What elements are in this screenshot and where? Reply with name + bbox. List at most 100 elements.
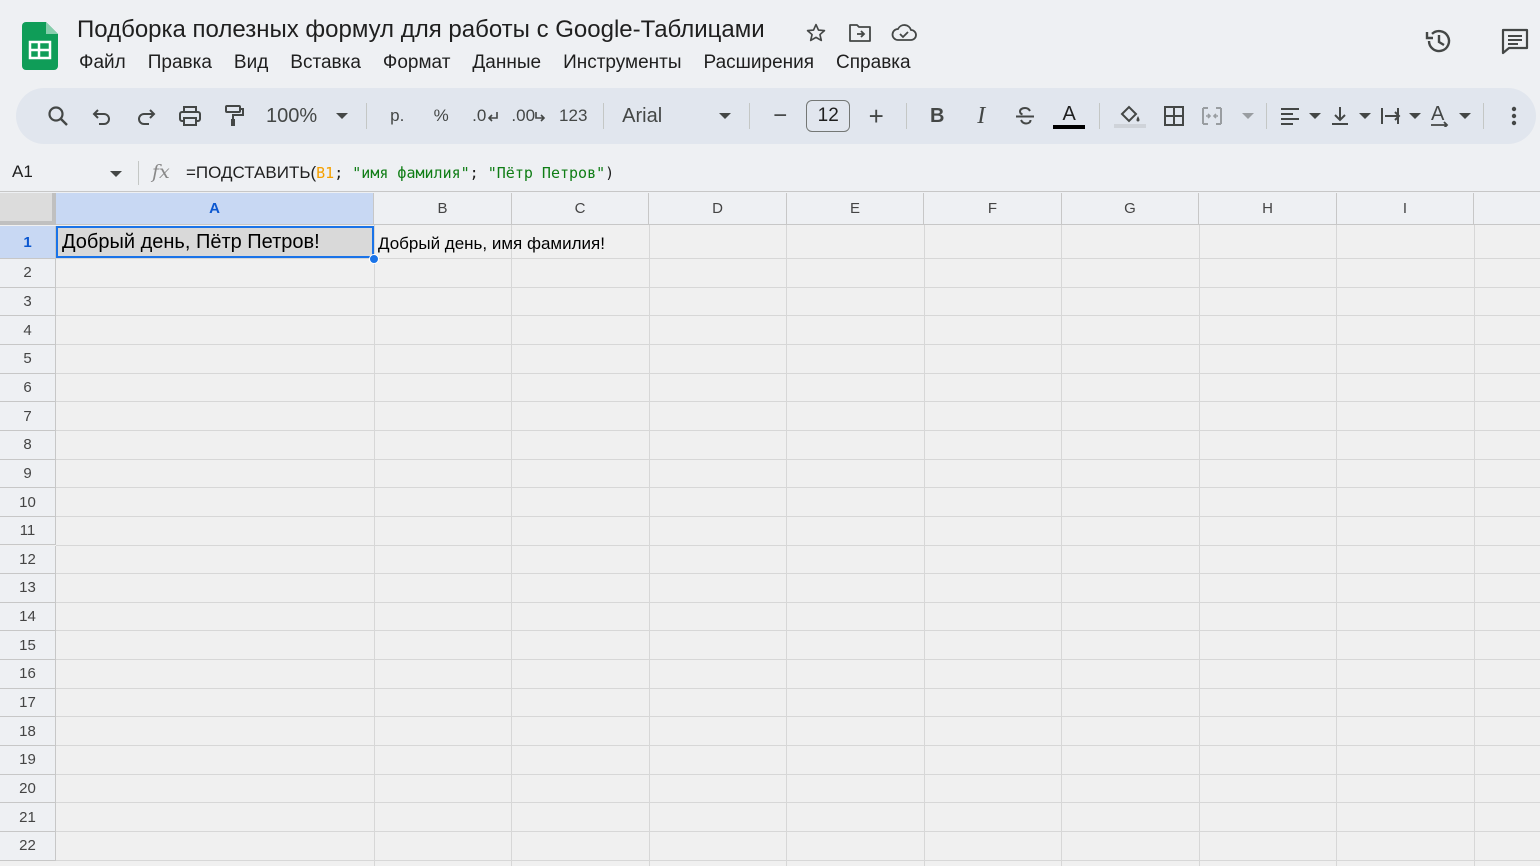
chevron-down-icon [1408,113,1421,119]
increase-decimal-button[interactable]: .00 [511,98,547,134]
row-header-4[interactable]: 4 [0,316,56,345]
document-title[interactable]: Подборка полезных формул для работы с Go… [77,16,765,44]
row-header-18[interactable]: 18 [0,717,56,747]
select-all-corner[interactable] [0,193,56,225]
column-header-d[interactable]: D [649,193,787,225]
menu-file[interactable]: Файл [68,50,137,76]
grid-line [56,429,1540,431]
row-header-6[interactable]: 6 [0,373,56,403]
column-header-h[interactable]: H [1199,193,1337,225]
zoom-select[interactable]: 100% [260,98,354,134]
row-header-8[interactable]: 8 [0,430,56,460]
horizontal-align-button[interactable] [1279,98,1321,134]
toolbar: 100% р. % .0 .00 123 Arial − 12 + B I A [16,88,1536,144]
toolbar-divider [1483,103,1485,129]
row-header-9[interactable]: 9 [0,459,56,489]
toolbar-divider [603,103,605,129]
row-header-12[interactable]: 12 [0,545,56,575]
move-folder-icon[interactable] [847,20,873,46]
menu-view[interactable]: Вид [223,50,279,76]
row-header-22[interactable]: 22 [0,832,56,861]
sheets-logo-icon[interactable] [22,22,58,70]
row-header-10[interactable]: 10 [0,488,56,517]
formula-input[interactable]: =ПОДСТАВИТЬ(B1; "имя фамилия"; "Пётр Пет… [186,163,614,183]
row-header-2[interactable]: 2 [0,259,56,288]
currency-format-button[interactable]: р. [379,98,415,134]
column-header-next[interactable] [1474,193,1540,225]
column-header-e[interactable]: E [787,193,924,225]
row-header-17[interactable]: 17 [0,688,56,718]
print-icon[interactable] [172,98,208,134]
row-header-14[interactable]: 14 [0,602,56,632]
font-size-input[interactable]: 12 [806,100,851,132]
increase-font-size-button[interactable]: + [858,98,894,134]
grid-line [56,687,1540,689]
text-color-swatch [1053,125,1086,129]
row-header-13[interactable]: 13 [0,574,56,603]
grid-line [1199,225,1200,866]
undo-icon[interactable] [84,98,120,134]
strikethrough-icon[interactable] [1007,98,1043,134]
name-box[interactable]: A1 [12,162,33,182]
fill-handle[interactable] [369,254,379,264]
bold-button[interactable]: B [919,98,955,134]
cell-a1[interactable]: Добрый день, Пётр Петров! [56,226,374,258]
align-left-icon [1280,108,1299,125]
cell-b1[interactable]: Добрый день, имя фамилия! [374,228,605,260]
redo-icon[interactable] [128,98,164,134]
row-header-5[interactable]: 5 [0,344,56,374]
menu-data[interactable]: Данные [461,50,552,76]
row-header-1[interactable]: 1 [0,226,56,259]
grid-line [56,286,1540,288]
column-header-b[interactable]: B [374,193,512,225]
formula-divider [138,161,139,185]
column-header-f[interactable]: F [924,193,1062,225]
column-header-a[interactable]: A [56,193,374,225]
version-history-icon[interactable] [1422,24,1456,58]
row-header-11[interactable]: 11 [0,516,56,546]
chevron-down-icon[interactable] [110,171,122,177]
search-menus-icon[interactable] [40,98,76,134]
text-rotation-button[interactable]: A [1429,98,1472,134]
column-header-c[interactable]: C [512,193,649,225]
menu-format[interactable]: Формат [372,50,462,76]
grid-line [56,745,1540,747]
row-header-15[interactable]: 15 [0,631,56,661]
row-header-7[interactable]: 7 [0,402,56,431]
vertical-align-button[interactable] [1329,98,1371,134]
percent-format-button[interactable]: % [423,98,459,134]
grid-line [56,802,1540,804]
merge-cells-button[interactable] [1200,98,1254,134]
paint-format-icon[interactable] [216,98,252,134]
grid-line [56,515,1540,517]
row-header-16[interactable]: 16 [0,660,56,689]
column-header-i[interactable]: I [1337,193,1474,225]
spreadsheet-grid[interactable]: A B C D E F G H I 1 2 3 4 5 6 7 8 9 10 11 12 13 14 15 1… [0,193,1540,866]
row-header-20[interactable]: 20 [0,774,56,804]
menu-help[interactable]: Справка [825,50,922,76]
menu-tools[interactable]: Инструменты [552,50,692,76]
decrease-decimal-button[interactable]: .0 [467,98,503,134]
borders-icon[interactable] [1156,98,1192,134]
menu-insert[interactable]: Вставка [279,50,372,76]
menu-extensions[interactable]: Расширения [693,50,826,76]
text-color-button[interactable]: A [1051,98,1087,134]
menu-edit[interactable]: Правка [137,50,223,76]
more-options-icon[interactable] [1496,98,1532,134]
comments-icon[interactable] [1498,24,1532,58]
row-header-19[interactable]: 19 [0,746,56,775]
grid-line [56,372,1540,374]
row-header-3[interactable]: 3 [0,287,56,317]
row-header-21[interactable]: 21 [0,803,56,832]
font-select[interactable]: Arial [616,98,737,134]
decrease-font-size-button[interactable]: − [762,98,798,134]
italic-button[interactable]: I [963,98,999,134]
arrow-right-icon [535,112,546,122]
fill-color-icon[interactable] [1112,98,1148,134]
text-wrap-button[interactable] [1379,98,1421,134]
grid-line [56,258,1540,259]
star-icon[interactable] [803,20,829,46]
number-format-button[interactable]: 123 [555,98,591,134]
column-header-g[interactable]: G [1062,193,1199,225]
cloud-status-icon[interactable] [891,20,917,46]
